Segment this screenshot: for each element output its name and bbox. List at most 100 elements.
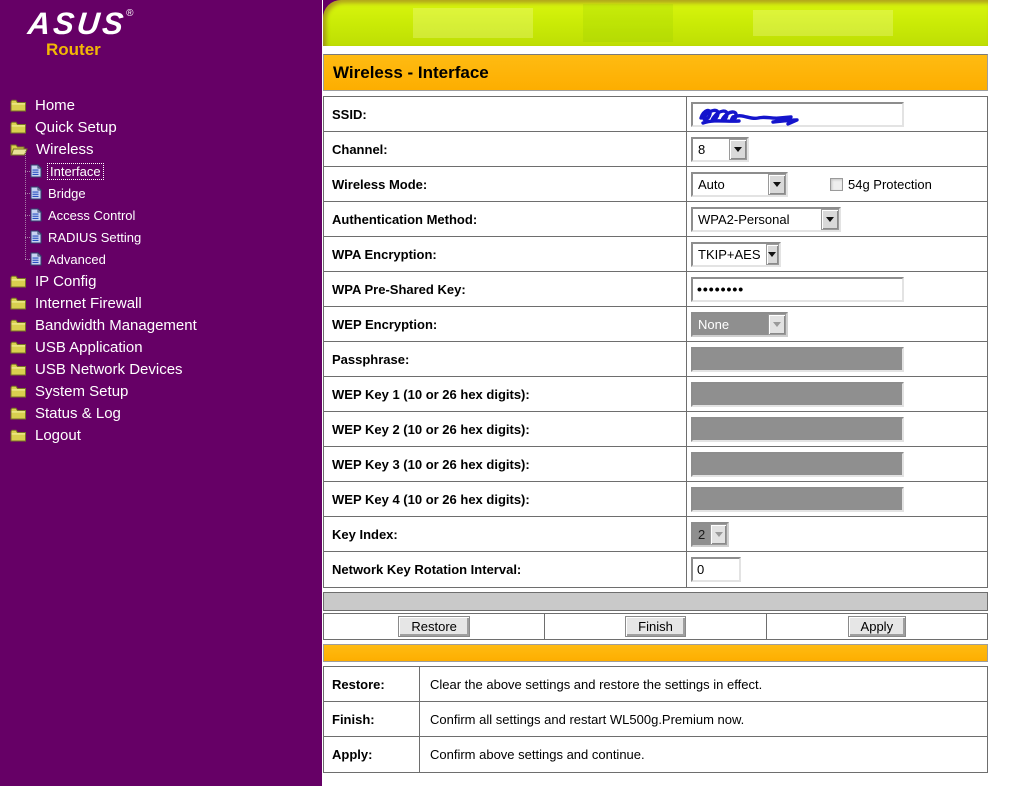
sidebar-item-quick-setup[interactable]: Quick Setup: [0, 116, 322, 138]
sidebar-item-access-control[interactable]: Access Control: [0, 204, 322, 226]
form-row-key-index: Key Index: 2: [324, 517, 987, 552]
help-row-apply: Apply: Confirm above settings and contin…: [324, 737, 987, 772]
rotation-interval-label: Network Key Rotation Interval:: [324, 552, 687, 587]
form-row-wpa-psk: WPA Pre-Shared Key: ••••••••: [324, 272, 987, 307]
sidebar-item-interface[interactable]: Interface: [0, 160, 322, 182]
wireless-mode-select[interactable]: Auto: [691, 172, 788, 197]
wep-key2-label: WEP Key 2 (10 or 26 hex digits):: [324, 412, 687, 446]
ssid-input[interactable]: [691, 102, 904, 127]
sidebar-item-system-setup[interactable]: System Setup: [0, 380, 322, 402]
help-row-restore: Restore: Clear the above settings and re…: [324, 667, 987, 702]
sidebar-item-wireless[interactable]: Wireless: [0, 138, 322, 160]
separator-bar: [323, 592, 988, 611]
channel-select[interactable]: 8: [691, 137, 749, 162]
key-index-select-arrow-icon: [710, 524, 727, 545]
page-title: Wireless - Interface: [323, 54, 988, 91]
folder-icon: [10, 407, 27, 420]
sidebar-item-ip-config[interactable]: IP Config: [0, 270, 322, 292]
wpa-encryption-select-arrow-icon[interactable]: [766, 244, 780, 265]
wpa-encryption-select-value: TKIP+AES: [693, 244, 766, 265]
help-term-restore: Restore:: [324, 667, 420, 701]
restore-button[interactable]: Restore: [398, 616, 470, 637]
document-icon: [30, 230, 42, 244]
sidebar-item-bandwidth-management[interactable]: Bandwidth Management: [0, 314, 322, 336]
document-icon: [30, 186, 42, 200]
wireless-mode-select-arrow-icon[interactable]: [768, 174, 786, 195]
help-row-finish: Finish: Confirm all settings and restart…: [324, 702, 987, 737]
folder-icon: [10, 121, 27, 134]
main-content: Wireless - Interface SSID: Channel:: [323, 0, 988, 786]
document-icon: [30, 252, 42, 266]
form-row-wep-key3: WEP Key 3 (10 or 26 hex digits):: [324, 447, 987, 482]
wpa-psk-label: WPA Pre-Shared Key:: [324, 272, 687, 306]
sidebar-item-usb-network-devices[interactable]: USB Network Devices: [0, 358, 322, 380]
wpa-encryption-label: WPA Encryption:: [324, 237, 687, 271]
54g-protection-checkbox[interactable]: [830, 178, 843, 191]
registered-mark: ®: [126, 8, 133, 19]
asus-logo-text: ASUS: [26, 6, 128, 42]
wep-encryption-label: WEP Encryption:: [324, 307, 687, 341]
folder-icon: [10, 429, 27, 442]
sidebar-item-home[interactable]: Home: [0, 94, 322, 116]
wireless-mode-label: Wireless Mode:: [324, 167, 687, 201]
passphrase-input: [691, 347, 904, 372]
apply-button[interactable]: Apply: [848, 616, 907, 637]
top-banner-backdrop: [323, 0, 988, 46]
wireless-mode-select-value: Auto: [693, 174, 768, 195]
key-index-label: Key Index:: [324, 517, 687, 551]
form-row-ssid: SSID:: [324, 97, 987, 132]
wep-encryption-select: None: [691, 312, 788, 337]
folder-icon: [10, 297, 27, 310]
key-index-select-value: 2: [693, 524, 710, 545]
form-row-auth-method: Authentication Method: WPA2-Personal: [324, 202, 987, 237]
document-icon: [30, 164, 42, 178]
form-row-wep-key2: WEP Key 2 (10 or 26 hex digits):: [324, 412, 987, 447]
sidebar-item-status-and-log[interactable]: Status & Log: [0, 402, 322, 424]
auth-method-select[interactable]: WPA2-Personal: [691, 207, 841, 232]
form-row-passphrase: Passphrase:: [324, 342, 987, 377]
action-button-row: Restore Finish Apply: [323, 613, 988, 640]
restore-button-cell: Restore: [324, 614, 545, 639]
finish-button[interactable]: Finish: [625, 616, 686, 637]
folder-icon: [10, 341, 27, 354]
auth-method-select-arrow-icon[interactable]: [821, 209, 839, 230]
54g-protection-label: 54g Protection: [848, 177, 932, 192]
help-desc-finish: Confirm all settings and restart WL500g.…: [420, 712, 987, 727]
sidebar-item-internet-firewall[interactable]: Internet Firewall: [0, 292, 322, 314]
finish-button-cell: Finish: [545, 614, 766, 639]
top-banner: [323, 0, 988, 46]
channel-select-arrow-icon[interactable]: [729, 139, 747, 160]
form-row-wep-key1: WEP Key 1 (10 or 26 hex digits):: [324, 377, 987, 412]
wireless-interface-form: SSID: Channel: 8: [323, 96, 988, 588]
folder-icon: [10, 275, 27, 288]
form-row-wep-encryption: WEP Encryption: None: [324, 307, 987, 342]
help-desc-apply: Confirm above settings and continue.: [420, 747, 987, 762]
sidebar-item-radius-setting[interactable]: RADIUS Setting: [0, 226, 322, 248]
sidebar: ASUS® Router Home Quick Setup Wireless I…: [0, 0, 322, 786]
wep-key2-input: [691, 417, 904, 442]
sidebar-item-advanced[interactable]: Advanced: [0, 248, 322, 270]
help-desc-restore: Clear the above settings and restore the…: [420, 677, 987, 692]
asus-logo: ASUS®: [28, 6, 134, 42]
rotation-interval-input[interactable]: 0: [691, 557, 741, 582]
apply-button-cell: Apply: [767, 614, 987, 639]
wep-encryption-select-value: None: [693, 314, 768, 335]
channel-select-value: 8: [693, 139, 729, 160]
wep-key3-label: WEP Key 3 (10 or 26 hex digits):: [324, 447, 687, 481]
help-header-bar: [323, 644, 988, 662]
router-label: Router: [46, 40, 101, 60]
folder-icon: [10, 385, 27, 398]
wpa-encryption-select[interactable]: TKIP+AES: [691, 242, 781, 267]
ssid-redaction-scribble: [695, 105, 835, 129]
wep-key3-input: [691, 452, 904, 477]
channel-label: Channel:: [324, 132, 687, 166]
sidebar-item-logout[interactable]: Logout: [0, 424, 322, 446]
sidebar-item-usb-application[interactable]: USB Application: [0, 336, 322, 358]
wpa-psk-input[interactable]: ••••••••: [691, 277, 904, 302]
wep-key4-label: WEP Key 4 (10 or 26 hex digits):: [324, 482, 687, 516]
folder-icon: [10, 319, 27, 332]
ssid-label: SSID:: [324, 97, 687, 131]
wep-key1-label: WEP Key 1 (10 or 26 hex digits):: [324, 377, 687, 411]
folder-icon: [10, 99, 27, 112]
sidebar-item-bridge[interactable]: Bridge: [0, 182, 322, 204]
